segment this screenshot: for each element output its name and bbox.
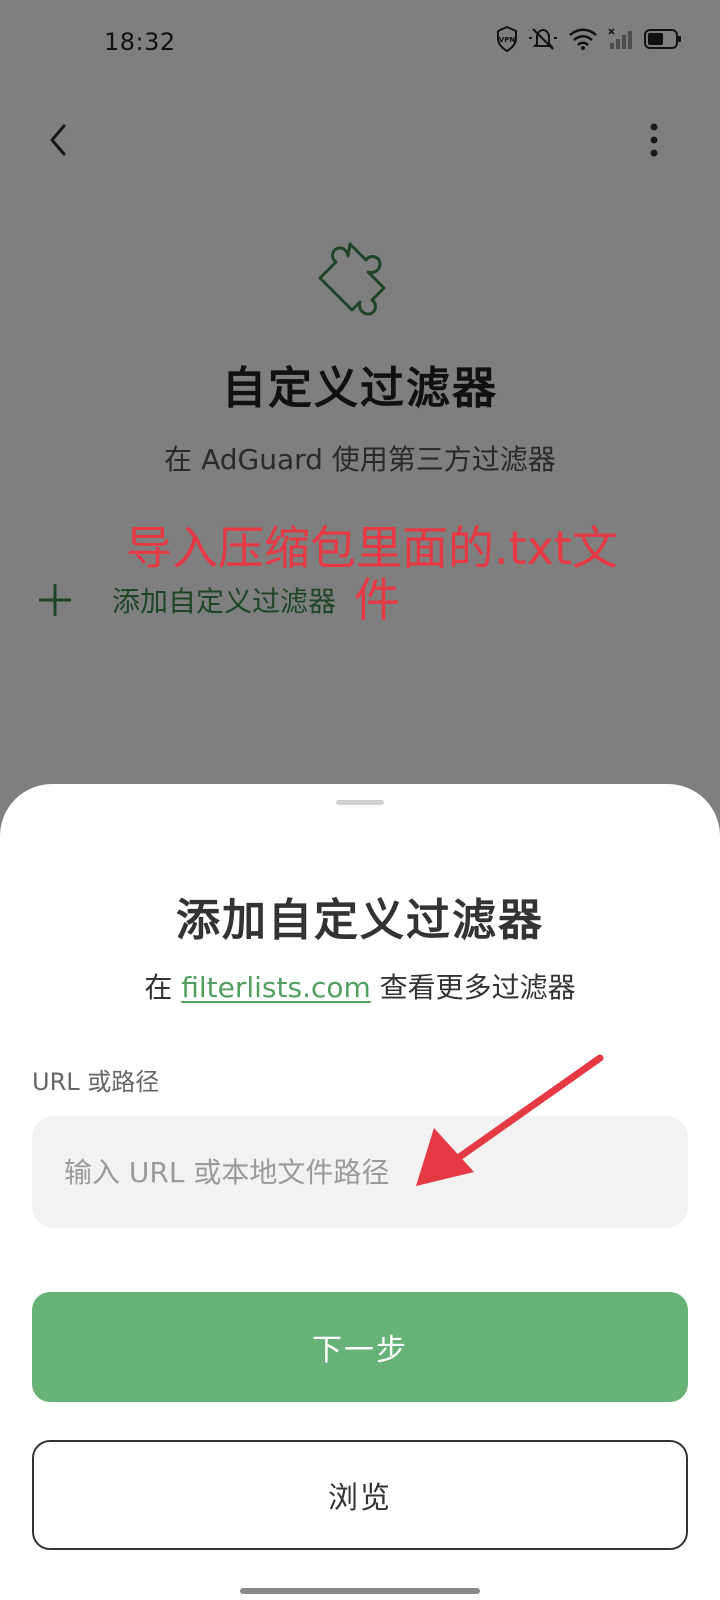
annotation-line-1: 导入压缩包里面的.txt文	[126, 521, 618, 575]
sheet-subtitle: 在 filterlists.com 查看更多过滤器	[0, 966, 720, 1006]
next-step-button[interactable]: 下一步	[32, 1292, 688, 1402]
annotation-text: 导入压缩包里面的.txt文 件	[126, 522, 626, 626]
sheet-title: 添加自定义过滤器	[176, 895, 544, 946]
annotation-line-2: 件	[354, 573, 400, 627]
sheet-subtitle-suffix: 查看更多过滤器	[370, 971, 576, 1004]
home-indicator	[240, 1588, 480, 1594]
annotation-arrow	[410, 1046, 610, 1186]
add-filter-bottom-sheet: 添加自定义过滤器 在 filterlists.com 查看更多过滤器 URL 或…	[0, 784, 720, 1600]
sheet-subtitle-prefix: 在	[144, 971, 182, 1004]
filterlists-link[interactable]: filterlists.com	[181, 971, 371, 1004]
browse-button[interactable]: 浏览	[32, 1440, 688, 1550]
sheet-drag-handle[interactable]	[336, 800, 384, 805]
url-field-label: URL 或路径	[32, 1068, 160, 1096]
